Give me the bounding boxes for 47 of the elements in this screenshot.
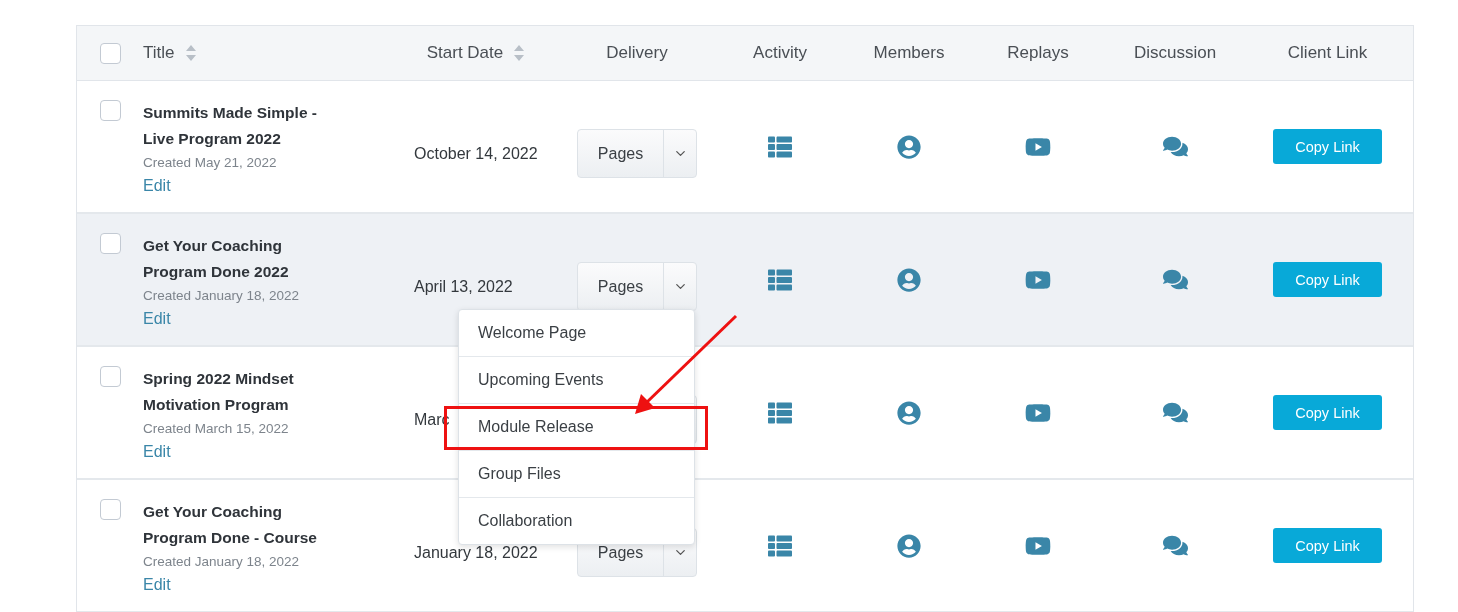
user-icon[interactable] bbox=[897, 400, 921, 425]
column-header[interactable]: Start Date bbox=[426, 43, 504, 63]
edit-link[interactable]: Edit bbox=[143, 440, 171, 464]
list-icon[interactable] bbox=[768, 267, 792, 292]
chat-icon[interactable] bbox=[1162, 533, 1188, 558]
checkbox[interactable] bbox=[99, 499, 121, 520]
pages-button[interactable]: Pages bbox=[578, 263, 663, 310]
list-icon[interactable] bbox=[768, 533, 792, 558]
start-date: April 13, 2022 bbox=[414, 277, 513, 295]
checkbox[interactable] bbox=[99, 100, 121, 121]
column-header: Delivery bbox=[606, 43, 668, 63]
program-title: Summits Made Simple - Live Program 2022 bbox=[143, 103, 318, 149]
program-title: Get Your Coaching Program Done - Course bbox=[143, 502, 318, 548]
menu-item[interactable]: Welcome Page bbox=[459, 310, 694, 356]
column-header: Client Link bbox=[1287, 43, 1368, 63]
column-header[interactable]: Title bbox=[143, 43, 175, 63]
list-icon[interactable] bbox=[768, 400, 792, 425]
menu-item[interactable]: Group Files bbox=[459, 450, 694, 497]
chat-icon[interactable] bbox=[1162, 400, 1188, 425]
checkbox[interactable] bbox=[99, 366, 121, 387]
start-date: October 14, 2022 bbox=[414, 144, 538, 162]
program-title: Get Your Coaching Program Done 2022 bbox=[143, 236, 290, 282]
created-date: Created January 18, 2022 bbox=[143, 287, 300, 305]
list-icon[interactable] bbox=[768, 134, 792, 159]
created-date: Created March 15, 2022 bbox=[143, 420, 289, 438]
start-date: January 18, 2022 bbox=[414, 543, 538, 561]
delivery-dropdown[interactable]: Pages bbox=[577, 129, 697, 178]
user-icon[interactable] bbox=[897, 267, 921, 292]
menu-item[interactable]: Collaboration bbox=[459, 497, 694, 544]
edit-link[interactable]: Edit bbox=[143, 573, 171, 597]
pages-button[interactable]: Pages bbox=[578, 130, 663, 177]
created-date: Created May 21, 2022 bbox=[143, 154, 277, 172]
created-date: Created January 18, 2022 bbox=[143, 553, 300, 571]
checkbox[interactable] bbox=[99, 42, 121, 64]
chat-icon[interactable] bbox=[1162, 267, 1188, 292]
user-icon[interactable] bbox=[897, 134, 921, 159]
column-header: Members bbox=[873, 43, 945, 63]
column-header: Discussion bbox=[1133, 43, 1217, 63]
column-header: Activity bbox=[753, 43, 807, 63]
delivery-dropdown[interactable]: Pages bbox=[577, 262, 697, 311]
user-icon[interactable] bbox=[897, 533, 921, 558]
edit-link[interactable]: Edit bbox=[143, 174, 171, 198]
chat-icon[interactable] bbox=[1162, 134, 1188, 159]
checkbox[interactable] bbox=[99, 233, 121, 254]
program-title: Spring 2022 Mindset Motivation Program bbox=[143, 369, 295, 415]
column-header: Replays bbox=[1007, 43, 1069, 63]
edit-link[interactable]: Edit bbox=[143, 307, 171, 331]
